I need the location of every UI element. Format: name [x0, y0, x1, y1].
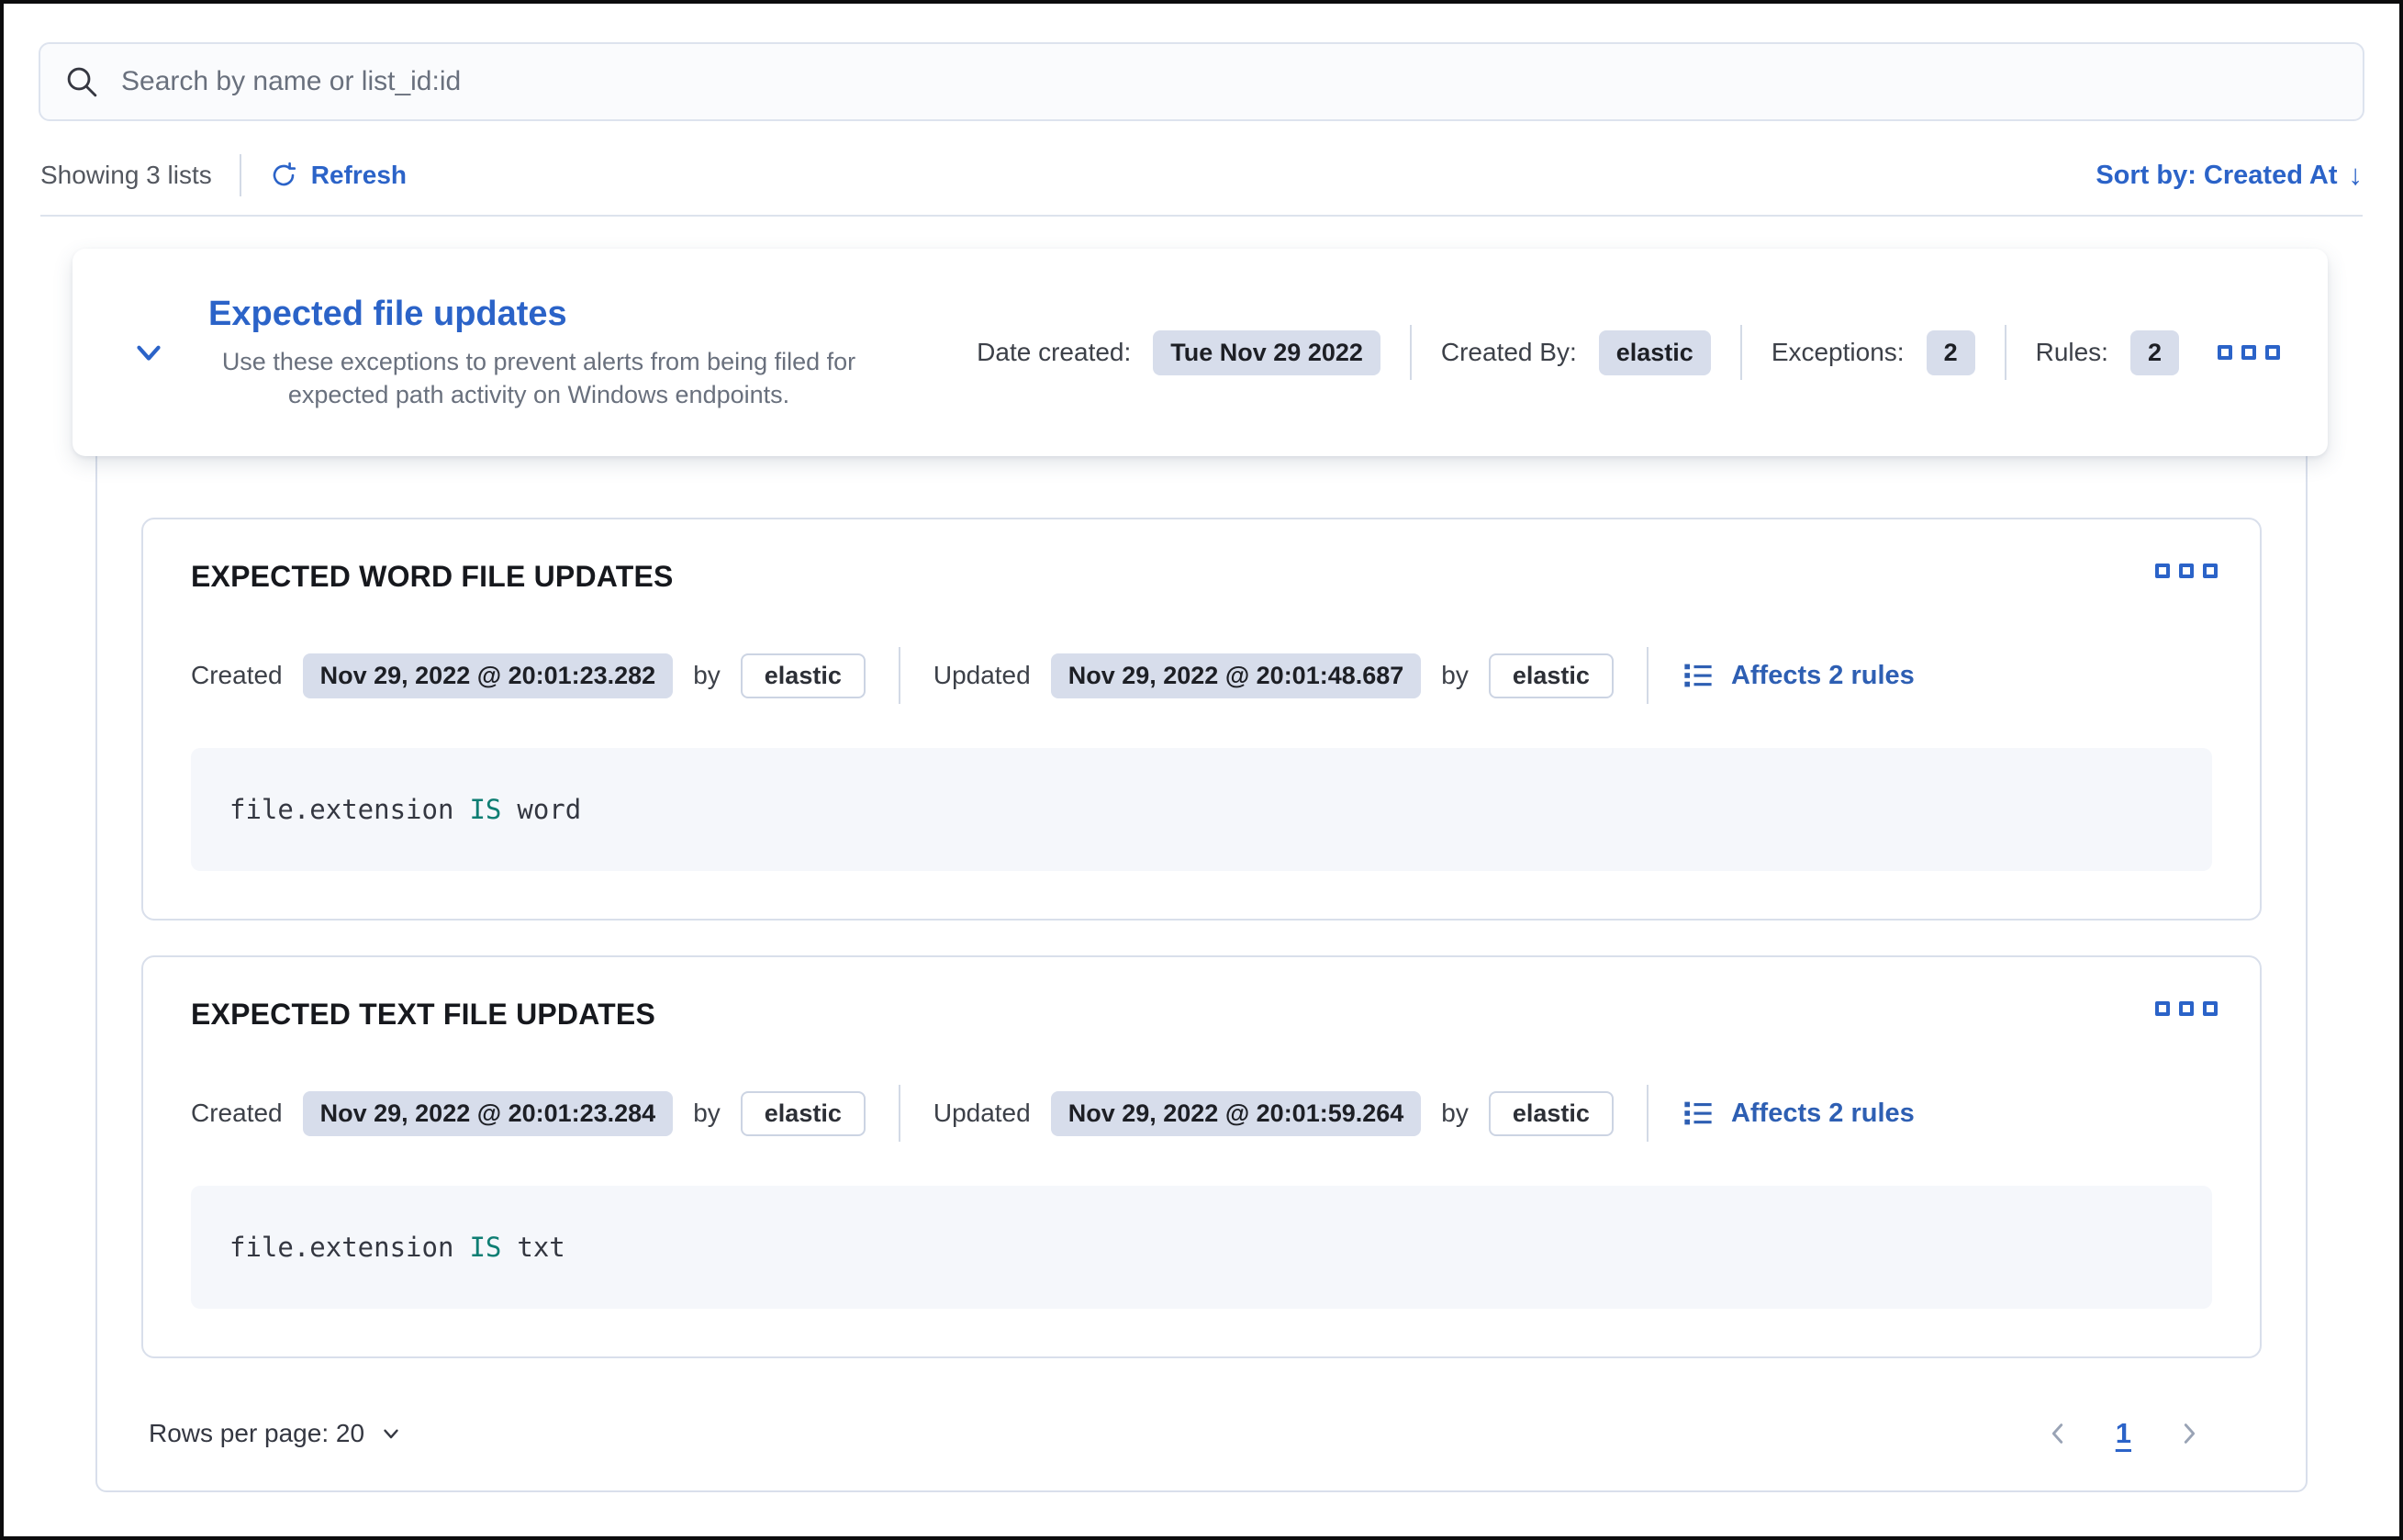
exception-item-meta: Created Nov 29, 2022 @ 20:01:23.284 by e… [191, 1085, 2212, 1142]
condition-field: file.extension [229, 1232, 453, 1263]
exception-list-description: Use these exceptions to prevent alerts f… [208, 345, 869, 411]
collapse-accordion-button[interactable] [129, 333, 168, 372]
rows-per-page-label: Rows per page: 20 [149, 1419, 364, 1448]
by-label: by [1441, 1099, 1469, 1128]
rules-count-badge: 2 [2130, 330, 2179, 375]
divider [1410, 325, 1412, 380]
condition-value: txt [517, 1232, 564, 1263]
updated-at-badge: Nov 29, 2022 @ 20:01:59.264 [1051, 1091, 1422, 1136]
refresh-label: Refresh [311, 161, 407, 190]
sort-direction-arrow-icon: ↓ [2349, 159, 2364, 192]
showing-lists-count: Showing 3 lists [40, 161, 212, 190]
updated-at-badge: Nov 29, 2022 @ 20:01:48.687 [1051, 653, 1422, 698]
divider [2005, 325, 2006, 380]
affects-rules-label: Affects 2 rules [1731, 661, 1915, 691]
exceptions-count-badge: 2 [1927, 330, 1975, 375]
page-number-1[interactable]: 1 [2116, 1417, 2131, 1450]
list-title-block: Expected file updates Use these exceptio… [208, 295, 869, 411]
exception-list-body: EXPECTED WORD FILE UPDATES Created Nov 2… [95, 279, 2308, 1492]
date-created-label: Date created: [977, 338, 1131, 367]
condition-code-block: file.extension IS word [191, 748, 2212, 871]
divider [899, 647, 900, 704]
divider [1647, 647, 1649, 704]
search-icon [64, 64, 99, 99]
created-by-label: Created By: [1441, 338, 1577, 367]
boxes-horizontal-icon [2155, 1001, 2170, 1016]
list-menu-button[interactable] [2212, 340, 2286, 365]
by-label: by [1441, 661, 1469, 690]
affects-rules-label: Affects 2 rules [1731, 1099, 1915, 1129]
bulleted-list-icon [1682, 659, 1715, 692]
sort-by-button[interactable]: Sort by: Created At ↓ [2096, 159, 2363, 192]
divider [1647, 1085, 1649, 1142]
created-at-badge: Nov 29, 2022 @ 20:01:23.284 [303, 1091, 674, 1136]
previous-page-button[interactable] [2040, 1416, 2075, 1451]
condition-field: file.extension [229, 794, 453, 825]
condition-code-block: file.extension IS txt [191, 1186, 2212, 1309]
exception-list-title-link[interactable]: Expected file updates [208, 295, 567, 334]
date-created-badge: Tue Nov 29 2022 [1153, 330, 1380, 375]
search-bar [39, 42, 2364, 121]
exception-item-menu-button[interactable] [2150, 996, 2223, 1021]
affects-rules-link[interactable]: Affects 2 rules [1682, 659, 1915, 692]
chevron-down-icon [379, 1422, 403, 1445]
exception-item-card: EXPECTED WORD FILE UPDATES Created Nov 2… [141, 518, 2262, 921]
shared-exception-lists-page: Showing 3 lists Refresh Sort by: Created… [0, 0, 2403, 1540]
divider [899, 1085, 900, 1142]
rules-count-label: Rules: [2036, 338, 2108, 367]
condition-value: word [517, 794, 581, 825]
next-page-button[interactable] [2172, 1416, 2207, 1451]
boxes-horizontal-icon [2155, 564, 2170, 578]
chevron-left-icon [2044, 1420, 2072, 1447]
created-label: Created [191, 1099, 283, 1128]
updated-by-badge: elastic [1489, 653, 1614, 698]
chevron-down-icon [129, 333, 168, 372]
refresh-button[interactable]: Refresh [269, 161, 407, 190]
chevron-right-icon [2175, 1420, 2203, 1447]
updated-label: Updated [933, 661, 1031, 690]
toolbar: Showing 3 lists Refresh Sort by: Created… [40, 149, 2363, 202]
created-at-badge: Nov 29, 2022 @ 20:01:23.282 [303, 653, 674, 698]
sort-label: Sort by: Created At [2096, 161, 2337, 191]
created-label: Created [191, 661, 283, 690]
exceptions-count-label: Exceptions: [1772, 338, 1905, 367]
list-meta: Date created: Tue Nov 29 2022 Created By… [977, 325, 2286, 380]
boxes-horizontal-icon [2218, 345, 2232, 360]
horizontal-rule [40, 215, 2363, 217]
created-by-badge: elastic [1599, 330, 1711, 375]
affects-rules-link[interactable]: Affects 2 rules [1682, 1097, 1915, 1130]
search-input[interactable] [119, 65, 2339, 98]
exception-item-name: EXPECTED WORD FILE UPDATES [191, 560, 2212, 594]
exception-list-header-card: Expected file updates Use these exceptio… [73, 249, 2328, 456]
exception-item-meta: Created Nov 29, 2022 @ 20:01:23.282 by e… [191, 647, 2212, 704]
refresh-icon [269, 161, 298, 190]
created-by-badge: elastic [741, 653, 866, 698]
condition-operator: IS [469, 1232, 501, 1263]
by-label: by [693, 661, 721, 690]
rows-per-page-button[interactable]: Rows per page: 20 [141, 1419, 410, 1448]
updated-label: Updated [933, 1099, 1031, 1128]
exception-item-menu-button[interactable] [2150, 558, 2223, 584]
exception-item-name: EXPECTED TEXT FILE UPDATES [191, 998, 2212, 1032]
divider [1740, 325, 1742, 380]
pagination-controls: 1 [2040, 1416, 2207, 1451]
bulleted-list-icon [1682, 1097, 1715, 1130]
exception-item-card: EXPECTED TEXT FILE UPDATES Created Nov 2… [141, 955, 2262, 1358]
condition-operator: IS [469, 794, 501, 825]
divider [240, 154, 241, 196]
created-by-badge: elastic [741, 1091, 866, 1136]
by-label: by [693, 1099, 721, 1128]
updated-by-badge: elastic [1489, 1091, 1614, 1136]
pagination-row: Rows per page: 20 1 [141, 1397, 2262, 1470]
